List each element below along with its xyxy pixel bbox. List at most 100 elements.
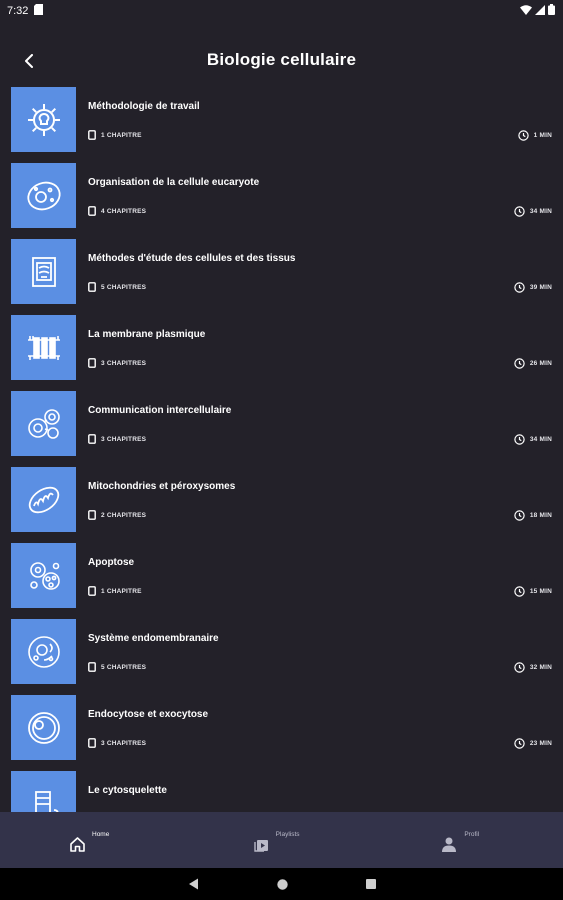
course-thumbnail bbox=[11, 87, 76, 152]
nav-label: Profil bbox=[464, 831, 480, 838]
course-duration: 26 MIN bbox=[529, 360, 552, 367]
mitochondria-icon bbox=[28, 486, 59, 513]
battery-icon bbox=[548, 4, 555, 18]
course-title: La membrane plasmique bbox=[88, 329, 206, 340]
clock-icon bbox=[514, 206, 525, 217]
nav-profil[interactable]: Profil bbox=[375, 812, 563, 868]
course-title: Système endomembranaire bbox=[88, 633, 219, 644]
document-icon bbox=[88, 738, 96, 748]
nav-home[interactable]: Home bbox=[0, 812, 188, 868]
clock-icon bbox=[514, 738, 525, 749]
course-duration: 18 MIN bbox=[529, 512, 552, 519]
system-back-icon[interactable] bbox=[188, 878, 199, 890]
cytoskeleton-icon bbox=[34, 790, 59, 812]
home-icon bbox=[70, 837, 85, 852]
wifi-icon bbox=[520, 4, 532, 18]
course-title: Apoptose bbox=[88, 557, 135, 568]
cell-communication-icon bbox=[27, 408, 60, 439]
membrane-icon bbox=[27, 335, 60, 360]
course-thumbnail bbox=[11, 163, 76, 228]
course-thumbnail bbox=[11, 771, 76, 812]
signal-icon bbox=[535, 4, 545, 18]
course-title: Mitochondries et péroxysomes bbox=[88, 481, 236, 492]
chapter-count: 3 CHAPITRES bbox=[101, 435, 147, 443]
system-home-icon[interactable] bbox=[276, 878, 288, 890]
course-thumbnail bbox=[11, 391, 76, 456]
course-duration: 34 MIN bbox=[529, 436, 552, 443]
course-duration: 23 MIN bbox=[529, 740, 552, 747]
profile-icon bbox=[442, 837, 457, 852]
system-recents-icon[interactable] bbox=[365, 879, 376, 889]
apoptosis-icon bbox=[29, 561, 60, 590]
course-thumbnail bbox=[11, 315, 76, 380]
nav-label: Playlists bbox=[275, 831, 300, 838]
page-title: Biologie cellulaire bbox=[206, 50, 357, 69]
bottom-navigation: Home Playlists Profil bbox=[0, 812, 563, 868]
clock-icon bbox=[514, 358, 525, 369]
course-thumbnail bbox=[11, 467, 76, 532]
clock-icon bbox=[514, 282, 525, 293]
document-icon bbox=[88, 282, 96, 292]
endomembrane-icon bbox=[27, 635, 60, 668]
status-time: 7:32 bbox=[7, 5, 29, 17]
course-row[interactable]: Apoptose 1 CHAPITRE 15 MIN bbox=[0, 540, 563, 616]
chapter-count: 1 CHAPITRE bbox=[101, 587, 142, 595]
nav-playlists[interactable]: Playlists bbox=[188, 812, 376, 868]
chapter-count: 4 CHAPITRES bbox=[101, 207, 147, 215]
course-row[interactable]: Méthodologie de travail 1 CHAPITRE 1 MIN bbox=[0, 84, 563, 160]
chapter-count: 5 CHAPITRES bbox=[101, 283, 147, 291]
course-thumbnail bbox=[11, 695, 76, 760]
course-duration: 32 MIN bbox=[529, 664, 552, 671]
chapter-count: 3 CHAPITRES bbox=[101, 739, 147, 747]
clock-icon bbox=[514, 662, 525, 673]
document-icon bbox=[88, 586, 96, 596]
course-title: Communication intercellulaire bbox=[88, 405, 232, 416]
course-row[interactable]: Méthodes d'étude des cellules et des tis… bbox=[0, 236, 563, 312]
back-button[interactable] bbox=[18, 50, 40, 72]
nav-label: Home bbox=[92, 831, 110, 838]
course-thumbnail bbox=[11, 543, 76, 608]
sd-card-icon bbox=[34, 4, 44, 18]
chapter-count: 2 CHAPITRES bbox=[101, 511, 147, 519]
document-icon bbox=[88, 130, 96, 140]
system-navigation-bar bbox=[0, 868, 563, 900]
clock-icon bbox=[514, 510, 525, 521]
document-icon bbox=[88, 206, 96, 216]
document-icon bbox=[88, 662, 96, 672]
course-row[interactable]: Le cytosquelette bbox=[0, 768, 563, 812]
document-icon bbox=[88, 434, 96, 444]
gear-lightbulb-icon bbox=[27, 103, 60, 136]
course-duration: 34 MIN bbox=[529, 208, 552, 215]
cell-icon bbox=[26, 181, 61, 210]
course-row[interactable]: La membrane plasmique 3 CHAPITRES 26 MIN bbox=[0, 312, 563, 388]
chapter-count: 1 CHAPITRE bbox=[101, 131, 142, 139]
playlist-icon bbox=[253, 840, 268, 852]
app-header: Biologie cellulaire bbox=[0, 40, 563, 80]
course-list[interactable]: Méthodologie de travail 1 CHAPITRE 1 MIN… bbox=[0, 84, 563, 812]
course-title: Méthodologie de travail bbox=[88, 101, 200, 112]
course-row[interactable]: Endocytose et exocytose 3 CHAPITRES 23 M… bbox=[0, 692, 563, 768]
course-row[interactable]: Mitochondries et péroxysomes 2 CHAPITRES… bbox=[0, 464, 563, 540]
document-icon bbox=[88, 510, 96, 520]
microscope-slide-icon bbox=[31, 256, 56, 287]
document-icon bbox=[88, 358, 96, 368]
clock-icon bbox=[514, 434, 525, 445]
course-thumbnail bbox=[11, 619, 76, 684]
clock-icon bbox=[517, 130, 529, 141]
course-duration: 39 MIN bbox=[529, 284, 552, 291]
status-bar: 7:32 bbox=[0, 0, 563, 22]
course-title: Organisation de la cellule eucaryote bbox=[88, 177, 260, 188]
course-title: Le cytosquelette bbox=[88, 785, 167, 796]
course-thumbnail bbox=[11, 239, 76, 304]
course-row[interactable]: Communication intercellulaire 3 CHAPITRE… bbox=[0, 388, 563, 464]
chevron-left-icon bbox=[25, 54, 33, 68]
course-title: Méthodes d'étude des cellules et des tis… bbox=[88, 253, 296, 264]
course-row[interactable]: Organisation de la cellule eucaryote 4 C… bbox=[0, 160, 563, 236]
chapter-count: 5 CHAPITRES bbox=[101, 663, 147, 671]
course-duration: 15 MIN bbox=[529, 588, 552, 595]
course-row[interactable]: Système endomembranaire 5 CHAPITRES 32 M… bbox=[0, 616, 563, 692]
course-title: Endocytose et exocytose bbox=[88, 709, 209, 720]
clock-icon bbox=[514, 586, 525, 597]
chapter-count: 3 CHAPITRES bbox=[101, 359, 147, 367]
course-duration: 1 MIN bbox=[533, 132, 552, 139]
